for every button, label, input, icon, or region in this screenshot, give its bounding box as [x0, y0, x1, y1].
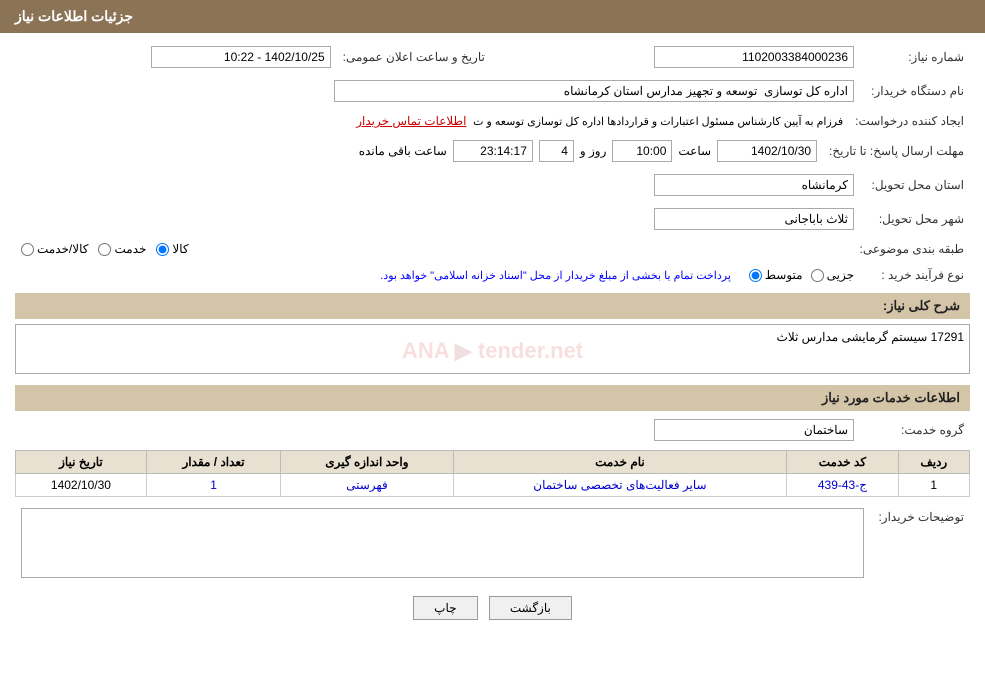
- col-vahed: واحد اندازه گیری: [281, 451, 453, 474]
- services-table: ردیف کد خدمت نام خدمت واحد اندازه گیری ت…: [15, 450, 970, 497]
- info-table-row2: نام دستگاه خریدار:: [15, 77, 970, 105]
- cell-nam: سایر فعالیت‌های تخصصی ساختمان: [453, 474, 787, 497]
- radio-kala[interactable]: [156, 243, 169, 256]
- shahr-value: [15, 205, 860, 233]
- print-button[interactable]: چاپ: [413, 596, 477, 620]
- radio-kala-label: کالا: [172, 242, 188, 256]
- radio-kala-item: کالا: [156, 242, 188, 256]
- remaining-label: ساعت باقی مانده: [359, 144, 447, 158]
- mohlat-values: ساعت روز و ساعت باقی مانده: [15, 137, 823, 165]
- saat-label: ساعت: [678, 144, 711, 158]
- services-table-head: ردیف کد خدمت نام خدمت واحد اندازه گیری ت…: [16, 451, 970, 474]
- ostan-value: [15, 171, 860, 199]
- info-table-row3: ایجاد کننده درخواست: فرزام به آیین کارشن…: [15, 111, 970, 131]
- sharh-koli-watermark-area: 17291 سیستم گرمایشی مدارس ثلاث ANA ▶ ten…: [15, 324, 970, 377]
- khadamat-section-title: اطلاعات خدمات مورد نیاز: [822, 390, 960, 405]
- tarikh-elan-label: تاریخ و ساعت اعلان عمومی:: [337, 43, 505, 71]
- sharh-koli-section: شرح کلی نیاز: 17291 سیستم گرمایشی مدارس …: [15, 293, 970, 377]
- mohlat-saat-input[interactable]: [612, 140, 672, 162]
- sharh-koli-header: شرح کلی نیاز:: [15, 293, 970, 319]
- nam-dastgah-input[interactable]: [334, 80, 854, 102]
- radio-khedmat-item: خدمت: [98, 242, 146, 256]
- content-area: شماره نیاز: تاریخ و ساعت اعلان عمومی: نا…: [0, 33, 985, 638]
- mohlat-label: مهلت ارسال پاسخ: تا تاریخ:: [823, 137, 970, 165]
- ijad-konnande-label: ایجاد کننده درخواست:: [849, 111, 970, 131]
- radio-kala-khedmat[interactable]: [21, 243, 34, 256]
- col-radif: ردیف: [898, 451, 969, 474]
- ostan-label: استان محل تحویل:: [860, 171, 970, 199]
- tamaskh-kharidaar-link[interactable]: اطلاعات تماس خریدار: [356, 114, 466, 128]
- cell-tedad: 1: [146, 474, 280, 497]
- cell-kod: ج-43-439: [787, 474, 898, 497]
- noe-farayand-label: نوع فرآیند خرید :: [860, 265, 970, 285]
- radio-kala-khedmat-label: کالا/خدمت: [37, 242, 88, 256]
- groh-khedmat-label: گروه خدمت:: [860, 416, 970, 444]
- cell-tarikh: 1402/10/30: [16, 474, 147, 497]
- farayand-desc: پرداخت تمام یا بخشی از مبلغ خریدار از مح…: [380, 269, 731, 282]
- groh-khedmat-input[interactable]: [654, 419, 854, 441]
- cell-radif: 1: [898, 474, 969, 497]
- back-button[interactable]: بازگشت: [489, 596, 572, 620]
- page-title: جزئیات اطلاعات نیاز: [15, 8, 133, 24]
- nam-dastgah-label: نام دستگاه خریدار:: [860, 77, 970, 105]
- towzih-label: توضیحات خریدار:: [870, 505, 970, 584]
- sharh-koli-textarea[interactable]: 17291 سیستم گرمایشی مدارس ثلاث: [15, 324, 970, 374]
- ijad-konnande-value: فرزام به آیین کارشناس مسئول اعتبارات و ق…: [15, 111, 849, 131]
- info-table-row6: شهر محل تحویل:: [15, 205, 970, 233]
- radio-motovaset[interactable]: [749, 269, 762, 282]
- services-table-body: 1 ج-43-439 سایر فعالیت‌های تخصصی ساختمان…: [16, 474, 970, 497]
- towzih-table: توضیحات خریدار:: [15, 505, 970, 584]
- shomare-niaz-input[interactable]: [654, 46, 854, 68]
- radio-jozi-item: جزیی: [811, 268, 854, 282]
- groh-khedmat-table: گروه خدمت:: [15, 416, 970, 444]
- noe-farayand-content: جزیی متوسط پرداخت تمام یا بخشی از مبلغ خ…: [15, 265, 860, 285]
- col-nam: نام خدمت: [453, 451, 787, 474]
- shahr-label: شهر محل تحویل:: [860, 205, 970, 233]
- shomare-niaz-label: شماره نیاز:: [860, 43, 970, 71]
- tarikh-elan-input[interactable]: [151, 46, 331, 68]
- radio-jozi-label: جزیی: [827, 268, 854, 282]
- radio-kala-khedmat-item: کالا/خدمت: [21, 242, 88, 256]
- page-header: جزئیات اطلاعات نیاز: [0, 0, 985, 33]
- tarikh-elan-value: [15, 43, 337, 71]
- mohlat-rooz-input[interactable]: [539, 140, 574, 162]
- towzih-textarea[interactable]: [21, 508, 864, 578]
- mohlat-date-input[interactable]: [717, 140, 817, 162]
- shahr-input[interactable]: [654, 208, 854, 230]
- groh-khedmat-value: [15, 416, 860, 444]
- table-row: 1 ج-43-439 سایر فعالیت‌های تخصصی ساختمان…: [16, 474, 970, 497]
- mohlat-remaining-input[interactable]: [453, 140, 533, 162]
- info-table-row1: شماره نیاز: تاریخ و ساعت اعلان عمومی:: [15, 43, 970, 71]
- info-table-row8: نوع فرآیند خرید : جزیی متوسط پرداخت تمام…: [15, 265, 970, 285]
- col-tedad: تعداد / مقدار: [146, 451, 280, 474]
- nam-dastgah-value: [15, 77, 860, 105]
- tabaghe-label: طبقه بندی موضوعی:: [853, 239, 970, 259]
- info-table-row7: طبقه بندی موضوعی: کالا/خدمت خدمت کالا: [15, 239, 970, 259]
- tabaghe-radios: کالا/خدمت خدمت کالا: [15, 239, 853, 259]
- radio-khedmat-label: خدمت: [114, 242, 146, 256]
- rooz-label: روز و: [580, 144, 607, 158]
- radio-khedmat[interactable]: [98, 243, 111, 256]
- info-table-row5: استان محل تحویل:: [15, 171, 970, 199]
- radio-jozi[interactable]: [811, 269, 824, 282]
- khadamat-section-header: اطلاعات خدمات مورد نیاز: [15, 385, 970, 411]
- ijad-konnande-text: فرزام به آیین کارشناس مسئول اعتبارات و ق…: [473, 116, 843, 128]
- buttons-row: بازگشت چاپ: [15, 596, 970, 620]
- col-kod: کد خدمت: [787, 451, 898, 474]
- radio-motovaset-item: متوسط: [749, 268, 803, 282]
- col-tarikh: تاریخ نیاز: [16, 451, 147, 474]
- cell-vahed: فهرستی: [281, 474, 453, 497]
- info-table-row4: مهلت ارسال پاسخ: تا تاریخ: ساعت روز و سا…: [15, 137, 970, 165]
- ostan-input[interactable]: [654, 174, 854, 196]
- page-wrapper: جزئیات اطلاعات نیاز شماره نیاز: تاریخ و …: [0, 0, 985, 691]
- radio-motovaset-label: متوسط: [765, 268, 803, 282]
- sharh-koli-label: شرح کلی نیاز:: [883, 298, 960, 313]
- towzih-value: [15, 505, 870, 584]
- shomare-niaz-value: [505, 43, 860, 71]
